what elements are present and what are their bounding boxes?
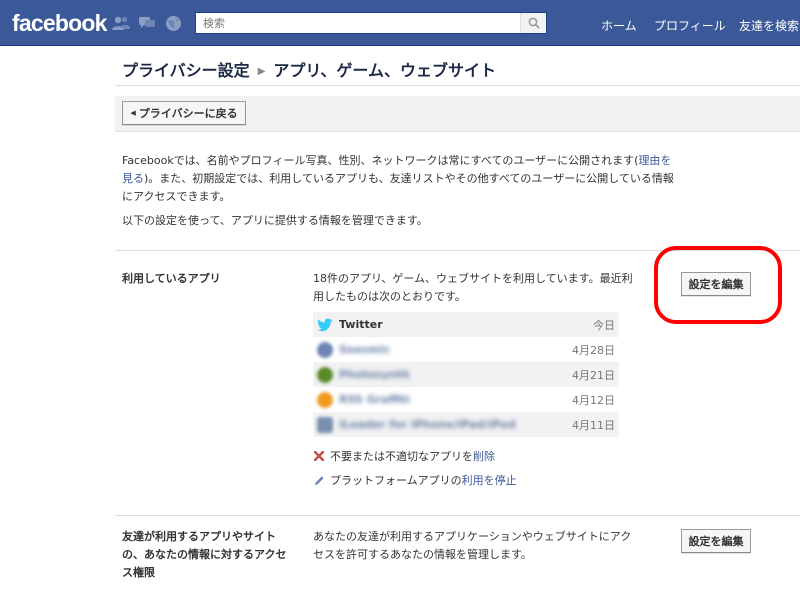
- search-icon: [528, 17, 540, 29]
- intro-text-part2: )。また、初期設定では、利用しているアプリも、友達リストやその他すべてのユーザー…: [122, 172, 674, 203]
- twitter-icon: [317, 317, 333, 333]
- intro-text: Facebookでは、名前やプロフィール写真、性別、ネットワークは常にすべてのユ…: [122, 152, 677, 206]
- messages-icon[interactable]: [138, 14, 156, 32]
- app-last-used: 4月11日: [572, 418, 615, 432]
- app-icon: [317, 341, 333, 358]
- breadcrumb-current: アプリ、ゲーム、ウェブサイト: [273, 61, 496, 80]
- app-icon: [317, 416, 333, 433]
- intro-text-part1: Facebookでは、名前やプロフィール写真、性別、ネットワークは常にすべてのユ…: [122, 154, 639, 167]
- app-last-used: 4月21日: [572, 368, 615, 382]
- breadcrumb-parent[interactable]: プライバシー設定: [122, 61, 250, 80]
- app-name[interactable]: iLoader for iPhone/iPad/iPod: [339, 418, 572, 431]
- search-input[interactable]: [196, 13, 518, 33]
- recent-apps-list: Twitter 今日 Seesmic 4月28日 Photosynth 4月21…: [313, 312, 619, 437]
- list-item[interactable]: Photosynth 4月21日: [313, 362, 619, 387]
- app-name[interactable]: Twitter: [339, 318, 593, 331]
- nav-find-friends[interactable]: 友達を検索: [739, 17, 799, 34]
- nav-home[interactable]: ホーム: [601, 17, 637, 34]
- app-last-used: 4月12日: [572, 393, 615, 407]
- notifications-globe-icon[interactable]: [164, 14, 182, 32]
- app-icon: [317, 366, 333, 383]
- back-button-label: プライバシーに戻る: [138, 107, 238, 120]
- highlight-circle: [654, 246, 782, 324]
- stop-platform-action: プラットフォームアプリの 利用を停止: [313, 472, 517, 488]
- section-friends-title: 友達が利用するアプリやサイトの、あなたの情報に対するアクセス権限: [122, 530, 287, 579]
- app-name[interactable]: Photosynth: [339, 368, 572, 381]
- list-item[interactable]: Twitter 今日: [313, 312, 619, 337]
- app-icon: [317, 391, 333, 408]
- search-button[interactable]: [520, 13, 546, 33]
- list-item[interactable]: Seesmic 4月28日: [313, 337, 619, 362]
- search-box: [195, 12, 547, 34]
- back-bar: ◀ プライバシーに戻る: [115, 96, 800, 132]
- section-friends-description: あなたの友達が利用するアプリケーションやウェブサイトにアクセスを許可するあなたの…: [313, 530, 632, 561]
- app-last-used: 今日: [593, 318, 615, 332]
- top-bar: facebook ホーム プロフィール 友達を検索: [0, 0, 800, 46]
- divider: [115, 515, 800, 516]
- stop-platform-link[interactable]: 利用を停止: [462, 472, 517, 488]
- section-apps-title: 利用しているアプリ: [122, 272, 221, 285]
- app-name[interactable]: Seesmic: [339, 343, 572, 356]
- list-item[interactable]: iLoader for iPhone/iPad/iPod 4月11日: [313, 412, 619, 437]
- remove-apps-action: 不要または不適切なアプリを 削除: [313, 448, 495, 464]
- pencil-icon: [313, 474, 325, 486]
- stop-platform-text: プラットフォームアプリの: [330, 474, 462, 487]
- divider: [115, 85, 800, 86]
- app-last-used: 4月28日: [572, 343, 615, 357]
- remove-apps-text: 不要または不適切なアプリを: [330, 450, 473, 463]
- breadcrumb-separator-icon: ▶: [257, 66, 266, 77]
- section-apps-description: 18件のアプリ、ゲーム、ウェブサイトを利用しています。最近利用したものは次のとお…: [313, 272, 633, 303]
- app-name[interactable]: RSS Graffiti: [339, 393, 572, 406]
- edit-friends-apps-settings-button[interactable]: 設定を編集: [681, 529, 751, 553]
- friend-requests-icon[interactable]: [112, 14, 130, 32]
- nav-profile[interactable]: プロフィール: [654, 17, 726, 34]
- facebook-logo[interactable]: facebook: [12, 10, 107, 37]
- list-item[interactable]: RSS Graffiti 4月12日: [313, 387, 619, 412]
- back-to-privacy-button[interactable]: ◀ プライバシーに戻る: [122, 101, 246, 125]
- remove-apps-link[interactable]: 削除: [473, 448, 495, 464]
- remove-x-icon: [313, 450, 325, 462]
- page-title: プライバシー設定 ▶ アプリ、ゲーム、ウェブサイト: [122, 57, 496, 81]
- back-arrow-icon: ◀: [130, 109, 136, 117]
- intro-text-line2: 以下の設定を使って、アプリに提供する情報を管理できます。: [122, 214, 428, 227]
